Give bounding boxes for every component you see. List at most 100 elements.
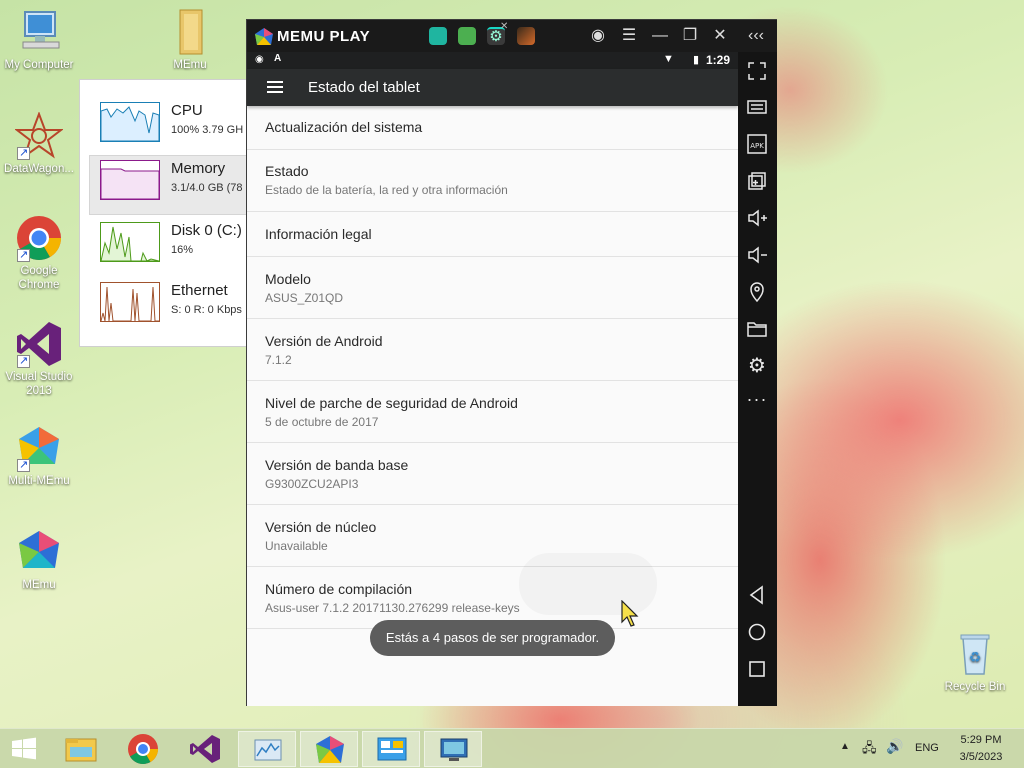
taskbar-task-manager[interactable] [238,731,296,767]
list-item-subtitle: G9300ZCU2API3 [265,477,359,491]
desktop-icon-recycle-bin[interactable]: ♻ Recycle Bin [937,630,1013,694]
fullscreen-icon[interactable] [746,60,768,82]
volume-up-icon[interactable] [746,207,768,229]
chrome-icon [15,214,63,262]
list-item-subtitle: Asus-user 7.1.2 20171130.276299 release-… [265,601,520,615]
perf-item-memory[interactable]: Memory 3.1/4.0 GB (78 [89,155,251,215]
perf-name: Ethernet [171,282,228,299]
settings-gear-icon[interactable]: ⚙ [746,355,768,377]
tab-app-1-icon[interactable] [429,27,447,45]
memu-logo-icon [254,27,274,47]
volume-icon[interactable]: 🔊 [886,738,903,755]
list-item[interactable]: Nivel de parche de seguridad de Android … [247,381,738,443]
perf-value: S: 0 R: 0 Kbps [171,304,242,316]
list-item-subtitle: 5 de octubre de 2017 [265,415,379,429]
monitor-icon [440,738,468,761]
keyboard-icon[interactable] [746,96,768,118]
android-app-bar: Estado del tablet [247,69,738,106]
wifi-icon: ▼ [663,53,674,65]
perf-value: 100% 3.79 GH [171,124,244,136]
memu-titlebar[interactable]: MEMU PLAY ⚙ ✕ ◉ ☰ — ❐ ✕ ‹‹‹ [247,20,777,52]
start-button[interactable] [0,731,48,767]
desktop-icon-datawagon[interactable]: DataWagon... [1,111,77,176]
clock-time[interactable]: 5:29 PM [959,734,1003,746]
taskbar-multi-memu[interactable] [362,731,420,767]
taskbar-visual-studio[interactable] [176,731,234,767]
tab-close-icon[interactable]: ✕ [500,21,508,32]
list-item[interactable]: Versión de banda base G9300ZCU2API3 [247,443,738,505]
visual-studio-icon [190,735,220,763]
status-time: 1:29 [706,53,731,67]
desktop-icon-label: DataWagon... [4,163,74,175]
list-item[interactable]: Versión de núcleo Unavailable [247,505,738,567]
shortcut-arrow-icon [17,458,30,472]
more-options-icon[interactable]: ··· [746,390,768,414]
tab-app-2-icon[interactable] [458,27,476,45]
list-item[interactable]: Información legal [247,212,738,257]
desktop-icon-memu-folder[interactable]: MEmu [152,8,228,72]
list-item[interactable]: Actualización del sistema [247,106,738,150]
multi-window-icon[interactable] [746,170,768,192]
show-hidden-icons-button[interactable]: ▲ [840,741,850,752]
perf-item-ethernet[interactable]: Ethernet S: 0 R: 0 Kbps [90,278,250,336]
taskbar-file-explorer[interactable] [52,731,110,767]
list-item-title: Versión de núcleo [265,519,377,535]
list-item[interactable]: Estado Estado de la batería, la red y ot… [247,150,738,212]
desktop-icon-label: MEmu [22,579,56,591]
multi-memu-panel-icon [377,737,407,761]
page-title: Estado del tablet [308,79,420,96]
perf-item-disk[interactable]: Disk 0 (C:) 16% [90,218,250,276]
taskbar: ▲ 🖧 🔊 ENG 5:29 PM 3/5/2023 [0,728,1024,768]
list-item-title: Estado [265,163,309,179]
memory-graph [100,160,160,200]
desktop-icon-chrome[interactable]: Google Chrome [1,214,77,292]
taskbar-memu[interactable] [300,731,358,767]
network-icon[interactable]: 🖧 [862,739,877,761]
volume-down-icon[interactable] [746,244,768,266]
menu-icon[interactable]: ☰ [618,26,640,46]
android-recents-icon[interactable] [746,658,768,680]
perf-name: CPU [171,102,203,119]
windows-logo-icon [12,737,36,760]
memu-side-toolbar: APK ⚙ ··· [738,52,777,706]
clock-date[interactable]: 3/5/2023 [955,751,1007,763]
restore-icon[interactable]: ❐ [679,26,701,46]
minimize-icon[interactable]: — [649,26,671,46]
language-indicator[interactable]: ENG [915,742,939,754]
desktop-icon-memu[interactable]: MEmu [1,528,77,592]
list-item-subtitle: Unavailable [265,539,328,553]
tab-app-3-icon[interactable] [517,27,535,45]
list-item-title: Nivel de parche de seguridad de Android [265,395,518,411]
folder-icon[interactable] [746,318,768,340]
location-icon[interactable] [746,281,768,303]
folder-icon [166,8,214,56]
apk-install-icon[interactable]: APK [746,133,768,155]
perf-value: 3.1/4.0 GB (78 [171,182,243,194]
list-item[interactable]: Modelo ASUS_Z01QD [247,257,738,319]
file-explorer-icon [65,738,97,762]
android-home-icon[interactable] [746,621,768,643]
list-item-title: Modelo [265,271,311,287]
datawagon-icon [14,111,64,160]
account-icon[interactable]: ◉ [587,26,609,46]
hamburger-menu-icon[interactable] [267,81,283,93]
collapse-sidebar-icon[interactable]: ‹‹‹ [745,26,767,46]
disk-graph [100,222,160,262]
list-item[interactable]: Versión de Android 7.1.2 [247,319,738,381]
desktop-icon-my-computer[interactable]: My Computer [1,8,77,72]
list-item-title: Versión de Android [265,333,383,349]
android-back-icon[interactable] [746,584,768,606]
taskbar-chrome[interactable] [114,731,172,767]
desktop-icon-label: MEmu [173,59,207,71]
desktop-icon-visual-studio[interactable]: Visual Studio 2013 [1,320,77,398]
desktop-icon-label: Multi-MEmu [8,475,70,487]
task-manager-icon [254,739,282,761]
desktop-icon-multi-memu[interactable]: Multi-MEmu [1,424,77,488]
notification-icon: ◉ [255,54,264,65]
visual-studio-icon [15,320,63,368]
close-icon[interactable]: ✕ [709,26,731,46]
taskbar-remote-desktop[interactable] [424,731,482,767]
shortcut-arrow-icon [17,146,30,160]
perf-item-cpu[interactable]: CPU 100% 3.79 GH [90,98,250,156]
memu-window: MEMU PLAY ⚙ ✕ ◉ ☰ — ❐ ✕ ‹‹‹ ◉ A ▼ ▮ 1:29… [246,19,777,706]
